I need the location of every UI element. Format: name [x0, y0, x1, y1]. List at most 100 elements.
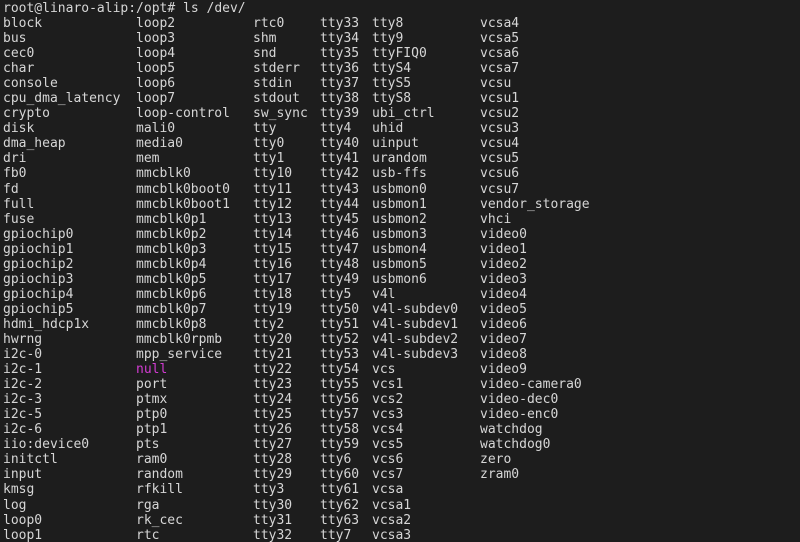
device-entry: cec0: [3, 46, 35, 62]
device-entry: usbmon4: [372, 241, 427, 257]
device-entry: v4l-subdev1: [372, 316, 459, 332]
device-entry: vcsu1: [480, 91, 520, 107]
device-entry: vcs3: [372, 407, 404, 423]
device-entry: iio:device0: [3, 437, 90, 453]
device-entry: block: [3, 16, 43, 31]
device-entry: mmcblk0p3: [136, 241, 207, 257]
device-entry: tty8: [372, 16, 404, 31]
device-entry: tty59: [320, 437, 360, 453]
device-entry: vcs5: [372, 437, 404, 453]
listing-row: kmsg rfkill tty3 tty61 vcsa: [0, 482, 800, 497]
listing-row: gpiochip2 mmcblk0p4 tty16 tty48 usbmon5 video…: [0, 257, 800, 272]
device-entry: tty3: [253, 482, 285, 498]
device-entry: video6: [480, 316, 527, 332]
device-entry: crypto: [3, 106, 50, 122]
device-entry: tty41: [320, 151, 360, 167]
device-entry: mem: [136, 151, 160, 167]
device-entry: fuse: [3, 211, 35, 227]
device-entry: ptmx: [136, 392, 168, 408]
device-entry: usbmon1: [372, 196, 427, 212]
device-entry: video3: [480, 271, 527, 287]
device-entry: null: [136, 362, 168, 378]
listing-row: full mmcblk0boot1 tty12 tty44 usbmon1 vendor_…: [0, 197, 800, 212]
device-entry: rfkill: [136, 482, 183, 498]
device-entry: tty58: [320, 422, 360, 438]
device-entry: fd: [3, 181, 19, 197]
device-entry: tty44: [320, 196, 360, 212]
device-entry: vcs1: [372, 377, 404, 393]
device-entry: initctl: [3, 452, 58, 468]
device-entry: stdin: [253, 76, 293, 92]
device-entry: tty26: [253, 422, 293, 438]
device-entry: tty27: [253, 437, 293, 453]
device-entry: video-enc0: [480, 407, 559, 423]
device-entry: uhid: [372, 121, 404, 137]
device-entry: mmcblk0p5: [136, 271, 207, 287]
listing-row: disk mali0 tty tty4 uhid vcsu3: [0, 121, 800, 136]
device-entry: vcsu7: [480, 181, 520, 197]
device-entry: usbmon0: [372, 181, 427, 197]
device-entry: tty20: [253, 331, 293, 347]
listing-row: log rga tty30 tty62 vcsa1: [0, 498, 800, 513]
listing-row: bus loop3 shm tty34 tty9 vcsa5: [0, 31, 800, 46]
device-entry: tty56: [320, 392, 360, 408]
device-entry: tty18: [253, 286, 293, 302]
device-entry: tty35: [320, 46, 360, 62]
device-entry: ptp1: [136, 422, 168, 438]
device-entry: zram0: [480, 467, 520, 483]
device-entry: video9: [480, 362, 527, 378]
device-entry: gpiochip1: [3, 241, 74, 257]
device-entry: urandom: [372, 151, 427, 167]
listing-row: fb0 mmcblk0 tty10 tty42 usb-ffs vcsu6: [0, 166, 800, 181]
device-entry: mmcblk0p7: [136, 301, 207, 317]
device-entry: gpiochip3: [3, 271, 74, 287]
device-entry: video2: [480, 256, 527, 272]
device-entry: tty23: [253, 377, 293, 393]
device-entry: i2c-6: [3, 422, 43, 438]
listing-row: gpiochip1 mmcblk0p3 tty15 tty47 usbmon4 video…: [0, 242, 800, 257]
device-entry: tty54: [320, 362, 360, 378]
device-entry: tty14: [253, 226, 293, 242]
device-entry: kmsg: [3, 482, 35, 498]
device-entry: usb-ffs: [372, 166, 427, 182]
device-entry: zero: [480, 452, 512, 468]
device-entry: tty51: [320, 316, 360, 332]
device-entry: hwrng: [3, 331, 43, 347]
device-entry: loop4: [136, 46, 176, 62]
device-entry: tty32: [253, 527, 293, 542]
device-entry: tty34: [320, 31, 360, 47]
listing-row: crypto loop-control sw_sync tty39 ubi_ctrl vc…: [0, 106, 800, 121]
device-entry: tty25: [253, 407, 293, 423]
device-entry: mmcblk0boot1: [136, 196, 230, 212]
device-entry: loop6: [136, 76, 176, 92]
device-entry: hdmi_hdcp1x: [3, 316, 90, 332]
device-entry: i2c-3: [3, 392, 43, 408]
device-entry: watchdog0: [480, 437, 551, 453]
device-entry: video4: [480, 286, 527, 302]
device-entry: tty52: [320, 331, 360, 347]
listing-row: i2c-2 port tty23 tty55 vcs1 video-camera0: [0, 377, 800, 392]
device-entry: tty48: [320, 256, 360, 272]
device-entry: video7: [480, 331, 527, 347]
device-entry: loop5: [136, 61, 176, 77]
device-entry: mmcblk0: [136, 166, 191, 182]
device-entry: tty43: [320, 181, 360, 197]
device-entry: mpp_service: [136, 347, 223, 363]
device-entry: mmcblk0p8: [136, 316, 207, 332]
device-entry: dri: [3, 151, 27, 167]
device-entry: v4l-subdev3: [372, 347, 459, 363]
device-entry: vcsa: [372, 482, 404, 498]
device-entry: vcsa2: [372, 512, 412, 528]
device-entry: loop2: [136, 16, 176, 31]
listing-row: gpiochip4 mmcblk0p6 tty18 tty5 v4l video4: [0, 287, 800, 302]
device-entry: video1: [480, 241, 527, 257]
device-entry: vhci: [480, 211, 512, 227]
device-entry: dma_heap: [3, 136, 66, 152]
device-entry: tty9: [372, 31, 404, 47]
device-entry: video-camera0: [480, 377, 582, 393]
device-entry: tty7: [320, 527, 352, 542]
terminal-window[interactable]: root@linaro-alip:/opt# ls /dev/ block loo…: [0, 0, 800, 542]
device-entry: uinput: [372, 136, 419, 152]
device-entry: rga: [136, 497, 160, 513]
device-entry: tty30: [253, 497, 293, 513]
